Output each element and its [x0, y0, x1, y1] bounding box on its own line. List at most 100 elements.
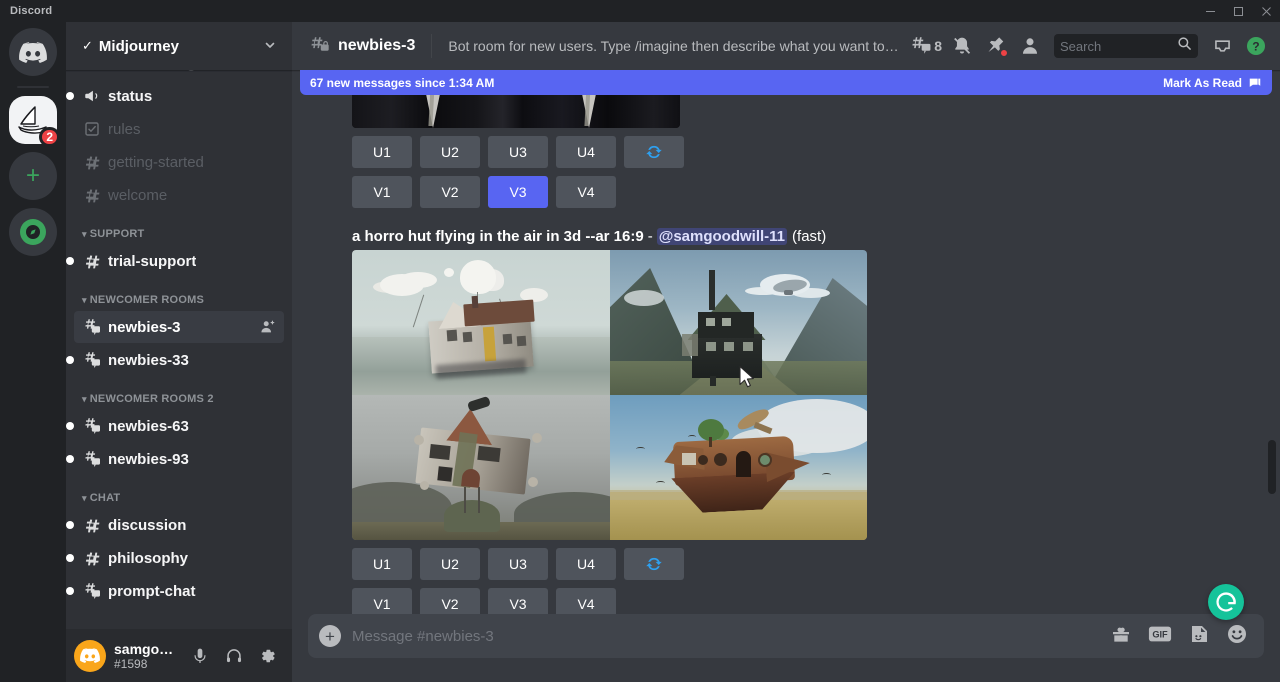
rules-icon — [82, 119, 102, 139]
scrollbar-thumb[interactable] — [1268, 440, 1276, 494]
search-icon — [1177, 36, 1192, 56]
pinned-messages-button[interactable] — [980, 30, 1012, 62]
server-icon-add-server[interactable]: + — [9, 152, 57, 200]
category-chat[interactable]: ▾ CHAT — [66, 476, 292, 508]
headphones-icon[interactable] — [218, 640, 250, 672]
announcement-icon — [82, 86, 102, 106]
grid-cell-bottom-right[interactable] — [610, 395, 868, 540]
avatar[interactable] — [74, 640, 106, 672]
button-v3[interactable]: V3 — [488, 588, 548, 614]
threads-button[interactable]: 8 — [908, 30, 944, 62]
member-list-button[interactable] — [1014, 30, 1046, 62]
button-u3[interactable]: U3 — [488, 136, 548, 168]
message-scroller[interactable]: U1 U2 U3 U4 V1 — [292, 70, 1280, 614]
sidebar-item-status[interactable]: status — [74, 80, 284, 112]
sidebar-item-newbies-93[interactable]: newbies-93 — [74, 443, 284, 475]
server-icon-explore[interactable] — [9, 208, 57, 256]
sidebar-item-newbies-63[interactable]: newbies-63 — [74, 410, 284, 442]
attach-button[interactable]: + — [308, 614, 352, 658]
app-body: 2 + ✓ Midjourney — [0, 22, 1280, 682]
sidebar-item-newbies-33[interactable]: newbies-33 — [74, 344, 284, 376]
prompt-separator: - — [644, 228, 657, 245]
button-v1[interactable]: V1 — [352, 176, 412, 208]
gear-icon[interactable] — [252, 640, 284, 672]
channel-header: newbies-3 Bot room for new users. Type /… — [292, 22, 1280, 70]
button-u2[interactable]: U2 — [420, 548, 480, 580]
button-u1[interactable]: U1 — [352, 548, 412, 580]
category-newcomer-rooms[interactable]: ▾ NEWCOMER ROOMS — [66, 278, 292, 310]
minimize-icon[interactable] — [1196, 0, 1224, 22]
grid-cell-top-right[interactable] — [610, 250, 868, 395]
sidebar-item-prompt-chat[interactable]: prompt-chat — [74, 575, 284, 607]
grid-cell-top-left[interactable] — [352, 250, 610, 395]
sidebar-item-label: philosophy — [108, 550, 188, 567]
sidebar-item-label: getting-started — [108, 154, 204, 171]
channel-list[interactable]: recent-changes status rules — [66, 70, 292, 629]
unread-pill — [66, 521, 74, 529]
sidebar-item-label: welcome — [108, 187, 167, 204]
button-v3[interactable]: V3 — [488, 176, 548, 208]
gif-icon[interactable]: GIF — [1148, 625, 1172, 648]
chevron-down-icon — [264, 39, 276, 54]
composer-box[interactable]: + Message #newbies-3 GIF — [308, 614, 1264, 658]
inbox-button[interactable] — [1206, 30, 1238, 62]
user-name: samgoodw... — [114, 641, 176, 657]
server-icon-home[interactable] — [9, 28, 57, 76]
server-icon-midjourney[interactable]: 2 — [9, 96, 57, 144]
button-reroll[interactable] — [624, 548, 684, 580]
grid-cell-bottom-left[interactable] — [352, 395, 610, 540]
prompt-text: a horro hut flying in the air in 3d --ar… — [352, 228, 644, 245]
button-reroll[interactable] — [624, 136, 684, 168]
page-title: newbies-3 — [338, 37, 415, 55]
button-u4[interactable]: U4 — [556, 548, 616, 580]
mention[interactable]: @samgoodwill-11 — [657, 228, 787, 245]
message-scrollbar[interactable] — [1265, 100, 1279, 610]
user-panel: samgoodw... #1598 — [66, 629, 292, 682]
button-u3[interactable]: U3 — [488, 548, 548, 580]
emoji-icon[interactable] — [1226, 623, 1248, 650]
new-messages-banner[interactable]: 67 new messages since 1:34 AM Mark As Re… — [300, 70, 1272, 95]
sidebar-item-rules[interactable]: rules — [74, 113, 284, 145]
maximize-icon[interactable] — [1224, 0, 1252, 22]
sticker-icon[interactable] — [1188, 623, 1210, 650]
user-info[interactable]: samgoodw... #1598 — [114, 641, 176, 671]
close-icon[interactable] — [1252, 0, 1280, 22]
button-row-variation-top: V1 V2 V3 V4 — [352, 168, 1264, 208]
sidebar-item-getting-started[interactable]: getting-started — [74, 146, 284, 178]
notification-settings-button[interactable] — [946, 30, 978, 62]
button-u2[interactable]: U2 — [420, 136, 480, 168]
search-input[interactable]: Search — [1054, 34, 1198, 58]
sidebar-item-philosophy[interactable]: philosophy — [74, 542, 284, 574]
button-v1[interactable]: V1 — [352, 588, 412, 614]
button-v4[interactable]: V4 — [556, 176, 616, 208]
button-v4[interactable]: V4 — [556, 588, 616, 614]
guild-header[interactable]: ✓ Midjourney — [66, 22, 292, 70]
sidebar-item-recent-changes[interactable]: recent-changes — [74, 70, 284, 79]
unread-pill — [66, 455, 74, 463]
category-support[interactable]: ▾ SUPPORT — [66, 212, 292, 244]
svg-text:?: ? — [1252, 40, 1259, 54]
add-member-icon[interactable] — [260, 319, 276, 335]
message-image-grid[interactable] — [352, 250, 867, 540]
mark-as-read-button[interactable]: Mark As Read — [1163, 76, 1262, 90]
microphone-icon[interactable] — [184, 640, 216, 672]
button-u1[interactable]: U1 — [352, 136, 412, 168]
help-button[interactable]: ? — [1240, 30, 1272, 62]
sidebar-item-newbies-3[interactable]: newbies-3 — [74, 311, 284, 343]
channel-topic[interactable]: Bot room for new users. Type /imagine th… — [448, 38, 900, 54]
sidebar-item-welcome[interactable]: welcome — [74, 179, 284, 211]
gift-icon[interactable] — [1110, 623, 1132, 650]
sidebar-item-label: status — [108, 88, 152, 105]
message-horro-hut: a horro hut flying in the air in 3d --ar… — [292, 220, 1280, 614]
message-input[interactable]: Message #newbies-3 — [352, 628, 1110, 645]
grammarly-button[interactable] — [1208, 584, 1244, 620]
category-newcomer-rooms-2[interactable]: ▾ NEWCOMER ROOMS 2 — [66, 377, 292, 409]
composer-actions: GIF — [1110, 623, 1248, 650]
button-v2[interactable]: V2 — [420, 588, 480, 614]
app-title: Discord — [0, 5, 52, 17]
button-v2[interactable]: V2 — [420, 176, 480, 208]
chevron-down-icon: ▾ — [82, 229, 87, 240]
sidebar-item-discussion[interactable]: discussion — [74, 509, 284, 541]
sidebar-item-trial-support[interactable]: trial-support — [74, 245, 284, 277]
button-u4[interactable]: U4 — [556, 136, 616, 168]
